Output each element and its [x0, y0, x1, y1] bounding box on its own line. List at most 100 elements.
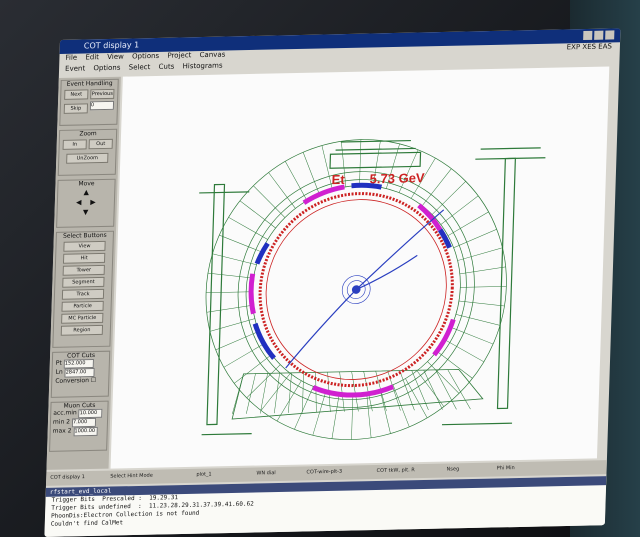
status-field: Nseg [446, 466, 460, 473]
skip-count-input[interactable]: 0 [89, 100, 115, 111]
cot-cuts-group: COT Cuts Pt 152.000 Ln 2847.00 Conversio… [50, 350, 111, 398]
muon-cut-label: max 2 [52, 427, 72, 435]
et-label: Et [331, 172, 345, 187]
skip-button[interactable]: Skip [63, 103, 89, 114]
calo-deposit [248, 273, 256, 315]
move-left-icon[interactable]: ◀ [76, 198, 82, 206]
forward-fan-line [302, 372, 304, 413]
menu-histograms[interactable]: Histograms [182, 62, 222, 71]
close-icon[interactable] [605, 30, 615, 40]
detector-view: Et 5.73 GeV [199, 139, 546, 440]
calo-spoke [351, 393, 354, 440]
select-mc-particle-button[interactable]: MC Particle [61, 312, 104, 324]
forward-fan-line [351, 371, 359, 412]
calo-spoke [260, 373, 291, 411]
zoom-in-button[interactable]: In [62, 139, 87, 150]
status-field: COT display 1 [50, 474, 85, 481]
calo-spoke [421, 168, 452, 206]
muon-cut-input[interactable]: 1000.00 [73, 426, 98, 437]
menu-edit[interactable]: Edit [85, 53, 99, 61]
select-segment-button[interactable]: Segment [62, 276, 105, 288]
menu-options-2[interactable]: Options [93, 64, 120, 73]
menu-options[interactable]: Options [132, 52, 159, 61]
calo-spoke [427, 361, 460, 394]
menu-canvas[interactable]: Canvas [199, 51, 225, 60]
muon-cut-label: acc.min [53, 409, 77, 417]
status-field: COT tkW, plt. R [376, 467, 415, 474]
move-group: Move ▲ ◀ ▶ ▼ [56, 178, 116, 228]
forward-fan-line [435, 369, 457, 410]
muon-cuts-group: Muon Cuts acc.min 10.000 min 2 7.000 max… [49, 400, 109, 452]
status-field: WN dial [256, 470, 276, 477]
zoom-out-button[interactable]: Out [88, 138, 113, 150]
menu-view[interactable]: View [107, 53, 124, 61]
control-panel: Event Handling Next Previous Skip 0 Zoom… [46, 76, 121, 470]
minimize-icon[interactable] [583, 30, 593, 41]
group-title: Select Buttons [62, 231, 107, 240]
calo-spoke [206, 291, 253, 293]
muon-chamber-left [206, 183, 226, 426]
maximize-icon[interactable] [594, 30, 604, 40]
select-tower-button[interactable]: Tower [62, 264, 105, 276]
calo-spoke [366, 392, 372, 438]
chamber-line [201, 433, 252, 436]
calo-spoke [453, 229, 497, 249]
calo-spoke [359, 139, 362, 186]
calo-spoke [331, 392, 340, 439]
calo-spoke [459, 266, 506, 275]
chamber-line [480, 147, 541, 150]
zoom-group: Zoom In Out UnZoom [57, 128, 118, 176]
track [285, 289, 357, 369]
menu-select[interactable]: Select [129, 63, 151, 71]
menu-cuts[interactable]: Cuts [158, 63, 174, 71]
move-down-icon[interactable]: ▼ [57, 207, 113, 218]
event-display-canvas[interactable]: Et 5.73 GeV [110, 66, 610, 469]
status-field: Phi Min [496, 465, 515, 472]
calo-spoke [312, 390, 327, 436]
calo-spoke [223, 343, 265, 368]
chamber-line [475, 157, 546, 160]
ln-label: Ln [55, 368, 63, 376]
status-field: COT-wire-plt-3 [306, 468, 343, 476]
menu-right-status: EXP XES EAS [566, 42, 613, 52]
calo-deposit [417, 203, 443, 232]
calo-spoke [379, 389, 391, 434]
calo-spoke [457, 247, 503, 261]
select-hit-button[interactable]: Hit [62, 252, 106, 264]
previous-button[interactable]: Previous [90, 88, 115, 100]
menu-event[interactable]: Event [65, 64, 85, 72]
calo-spoke [455, 314, 501, 326]
select-view-button[interactable]: View [63, 240, 106, 252]
unzoom-button[interactable]: UnZoom [66, 152, 109, 164]
conversion-checkbox[interactable]: ☐ [91, 377, 97, 384]
calo-spoke [460, 286, 507, 288]
pt-label: Pt [55, 359, 62, 367]
status-field: plot_1 [196, 471, 212, 478]
group-title: Event Handling [66, 79, 113, 88]
muon-cut-label: min 2 [52, 418, 71, 426]
energy-label: 5.73 GeV [369, 170, 425, 186]
calo-spoke [209, 318, 255, 332]
calo-spoke [215, 331, 259, 351]
calo-spoke [239, 200, 276, 229]
forward-fan-line [339, 371, 345, 412]
chamber-line [340, 139, 411, 143]
chamber-line [441, 422, 513, 426]
forward-fan-line [288, 372, 292, 413]
select-particle-button[interactable]: Particle [61, 300, 104, 312]
conversion-label: Conversion [55, 377, 90, 385]
application-window: COT display 1 File Edit View Options Pro… [44, 28, 621, 537]
select-region-button[interactable]: Region [60, 324, 104, 336]
select-buttons-group: Select Buttons View Hit Tower Segment Tr… [52, 230, 115, 348]
muon-cut-input[interactable]: 10.000 [78, 408, 103, 419]
chamber-line [335, 147, 416, 151]
menu-file[interactable]: File [65, 54, 77, 62]
calo-spoke [253, 185, 286, 218]
next-button[interactable]: Next [64, 89, 89, 100]
menu-project[interactable]: Project [167, 51, 191, 59]
select-track-button[interactable]: Track [61, 288, 105, 300]
move-right-icon[interactable]: ▶ [90, 198, 96, 206]
window-title: COT display 1 [83, 40, 140, 51]
calo-spoke [447, 211, 489, 236]
forward-fan-line [246, 373, 256, 414]
